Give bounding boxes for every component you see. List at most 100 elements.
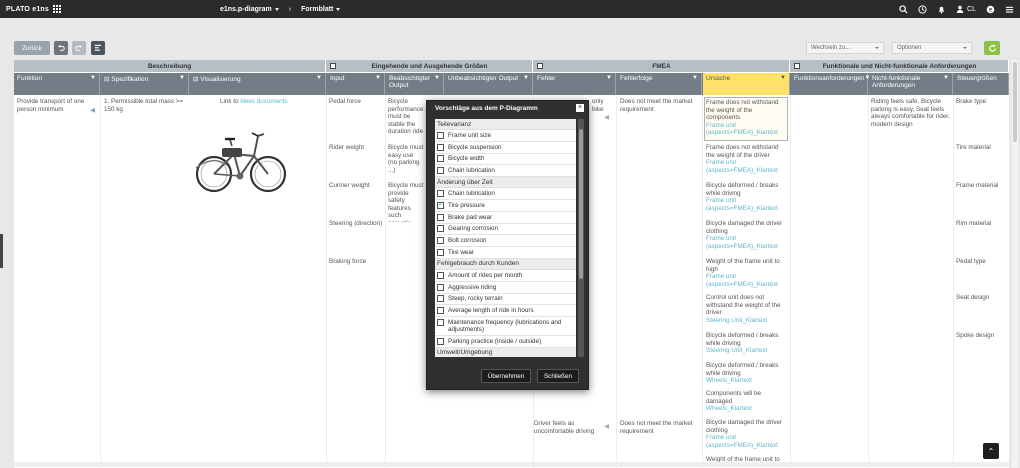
column-steuergroessen[interactable]: Steuergrößen bbox=[954, 73, 1009, 95]
cell-steuer-0[interactable]: Brake type bbox=[956, 98, 1008, 106]
switch-to-select[interactable]: Wechseln zu... bbox=[806, 42, 884, 54]
cell-steuer-3[interactable]: Rim material bbox=[956, 220, 1008, 228]
option-chain-lubrication[interactable]: Chain lubrication bbox=[435, 165, 576, 178]
undo-button[interactable] bbox=[54, 41, 68, 55]
breadcrumb-view[interactable]: Formblatt bbox=[301, 6, 341, 13]
cell-steuer-1[interactable]: Tire material bbox=[956, 144, 1008, 152]
cell-input-0[interactable]: Pedal force bbox=[329, 98, 384, 106]
filter-icon[interactable]: ▼ bbox=[692, 75, 698, 93]
expand-arrow-icon[interactable]: ◀ bbox=[90, 107, 98, 115]
cell-beabsichtigter-2[interactable]: Bicycle must provide safety features suc… bbox=[388, 182, 424, 222]
checkbox[interactable] bbox=[437, 167, 444, 175]
checkbox[interactable] bbox=[437, 155, 444, 163]
vertical-scrollbar[interactable] bbox=[1012, 60, 1018, 468]
column-settings-button[interactable] bbox=[91, 41, 105, 55]
column-unbeabsichtigter-output[interactable]: Unbeabsichtigter Output ▼ bbox=[445, 73, 533, 95]
cell-ursache-9[interactable]: Bicycle damaged the driver clothing Frame… bbox=[706, 419, 788, 449]
column-spezifikation[interactable]: ⊟ Spezifikation ▼ bbox=[101, 73, 189, 95]
cell-ursache-3[interactable]: Bicycle damaged the driver clothing Frame… bbox=[706, 220, 788, 250]
breadcrumb-project[interactable]: e1ns.p-diagram bbox=[220, 6, 279, 13]
option-chain-lubrication-2[interactable]: Chain lubrication bbox=[435, 188, 576, 200]
column-beabsichtigter-output[interactable]: Beabsichtigter Output ▼ bbox=[386, 73, 444, 95]
cause-link[interactable]: Frame unit (aspects=FMEA)_Klartext bbox=[706, 122, 778, 137]
column-funktionsanforderungen[interactable]: Funktionsanforderungen ▼ bbox=[791, 73, 870, 95]
cause-link[interactable]: Frame unit (aspects=FMEA)_Klartext bbox=[706, 273, 778, 288]
refresh-button[interactable] bbox=[984, 41, 1000, 55]
back-button[interactable]: Zurück bbox=[14, 41, 50, 55]
redo-button[interactable] bbox=[72, 41, 86, 55]
hamburger-menu-icon[interactable] bbox=[1005, 5, 1014, 14]
options-select[interactable]: Optionen bbox=[892, 42, 972, 54]
group-inputs-outputs[interactable]: Eingehende und Ausgehende Größen bbox=[327, 60, 533, 72]
checkbox[interactable] bbox=[437, 190, 444, 198]
cell-ursache-0[interactable]: Frame does not withstand the weight of t… bbox=[704, 97, 788, 141]
horizontal-scrollbar[interactable] bbox=[14, 462, 1009, 467]
checkbox[interactable] bbox=[437, 283, 444, 291]
expand-arrow-icon[interactable]: ◀ bbox=[604, 114, 612, 122]
option-tire-wear[interactable]: Tire wear bbox=[435, 247, 576, 259]
checkbox[interactable] bbox=[437, 131, 444, 139]
cause-link[interactable]: Wheels_Klartext bbox=[706, 405, 752, 412]
filter-icon[interactable]: ▼ bbox=[434, 75, 440, 93]
cause-link[interactable]: Steering Unit_Klartext bbox=[706, 347, 767, 354]
cell-input-1[interactable]: Rider weight bbox=[329, 144, 384, 152]
column-fehlerfolge[interactable]: Fehlerfolge ▼ bbox=[617, 73, 702, 95]
cell-beabsichtigter-0[interactable]: Bicycle performance must be stable the d… bbox=[388, 98, 424, 138]
cause-link[interactable]: Frame unit (aspects=FMEA)_Klartext bbox=[706, 434, 778, 449]
cell-ursache-6[interactable]: Bicycle deformed / breaks while driving S… bbox=[706, 332, 788, 355]
cell-funktion[interactable]: Provide transport of one person minimum bbox=[17, 98, 95, 113]
history-icon[interactable] bbox=[918, 4, 927, 14]
group-beschreibung[interactable]: Beschreibung bbox=[14, 60, 326, 72]
cell-nicht-funktional-0[interactable]: Riding feels safe, Bicycle parking is ea… bbox=[871, 98, 951, 128]
checkbox[interactable] bbox=[437, 237, 444, 245]
cell-fehlerfolge-0[interactable]: Does not meet the market requirement bbox=[620, 98, 700, 113]
expand-arrow-icon[interactable]: ◀ bbox=[604, 423, 612, 431]
option-aggressive-riding[interactable]: Aggressive riding bbox=[435, 282, 576, 294]
cell-ursache-1[interactable]: Frame does not withstand the weight of t… bbox=[706, 144, 788, 174]
cell-spezifikation[interactable]: 1. Permissible total mass >= 150 kg bbox=[104, 98, 184, 113]
filter-icon[interactable]: ▼ bbox=[523, 75, 529, 93]
cell-ursache-7[interactable]: Bicycle deformed / breaks while driving W… bbox=[706, 362, 788, 385]
cell-input-4[interactable]: Braking force bbox=[329, 258, 384, 266]
cell-steuer-5[interactable]: Seat design bbox=[956, 294, 1008, 302]
option-steep-rocky-terrain[interactable]: Steep, rocky terrain bbox=[435, 294, 576, 306]
column-input[interactable]: Input ▼ bbox=[327, 73, 385, 95]
cell-ursache-2[interactable]: Bicycle deformed / breaks while driving F… bbox=[706, 182, 788, 212]
cell-fehler-partial[interactable]: only bike bbox=[592, 98, 614, 113]
option-gearing-corrosion[interactable]: Gearing corrosion bbox=[435, 224, 576, 236]
cell-ursache-5[interactable]: Control unit does not withstand the weig… bbox=[706, 294, 788, 324]
filter-icon[interactable]: ▼ bbox=[90, 75, 96, 93]
cell-steuer-4[interactable]: Pedal type bbox=[956, 258, 1008, 266]
collapse-icon[interactable] bbox=[794, 63, 800, 69]
option-parking-practice[interactable]: Parking practice (inside / outside) bbox=[435, 336, 576, 348]
option-bicycle-suspension[interactable]: Bicycle suspension bbox=[435, 142, 576, 154]
collapse-icon[interactable] bbox=[330, 63, 336, 69]
group-fmea[interactable]: FMEA bbox=[534, 60, 790, 72]
collapse-icon[interactable] bbox=[537, 63, 543, 69]
column-fehler[interactable]: Fehler ▼ bbox=[534, 73, 616, 95]
scrollbar-thumb[interactable] bbox=[579, 129, 583, 279]
cell-steuer-2[interactable]: Frame material bbox=[956, 182, 1008, 190]
column-ursache[interactable]: Ursache ▼ bbox=[703, 73, 790, 95]
checkbox[interactable] bbox=[437, 271, 444, 279]
option-brake-pad-wear[interactable]: Brake pad wear bbox=[435, 212, 576, 224]
bell-icon[interactable] bbox=[937, 5, 946, 14]
help-icon[interactable]: e bbox=[986, 5, 995, 14]
close-icon[interactable]: × bbox=[576, 104, 584, 112]
cell-input-2[interactable]: Curiner weight bbox=[329, 182, 384, 190]
checkbox[interactable] bbox=[437, 338, 444, 346]
checkbox[interactable] bbox=[437, 213, 444, 221]
option-bicycle-width[interactable]: Bicycle width bbox=[435, 154, 576, 166]
group-requirements[interactable]: Funktionale und Nicht-funktionale Anford… bbox=[791, 60, 1009, 72]
option-frame-unit-size[interactable]: Frame unit size bbox=[435, 130, 576, 142]
cell-beabsichtigter-1[interactable]: Bicycle must easy use (no parking ...) bbox=[388, 144, 424, 176]
option-average-ride-length[interactable]: Average length of ride in hours bbox=[435, 305, 576, 318]
checkbox[interactable] bbox=[437, 143, 444, 151]
search-icon[interactable] bbox=[899, 4, 908, 14]
cell-fehler-1[interactable]: Driver feels as uncomfortable driving bbox=[534, 420, 614, 435]
checkbox[interactable] bbox=[437, 249, 444, 257]
app-grid-icon[interactable] bbox=[52, 5, 61, 13]
checkbox[interactable] bbox=[437, 295, 444, 303]
column-visualisierung[interactable]: ⊟ Visualisierung ▼ bbox=[190, 73, 326, 95]
app-brand[interactable]: PLATO e1ns bbox=[0, 5, 61, 13]
